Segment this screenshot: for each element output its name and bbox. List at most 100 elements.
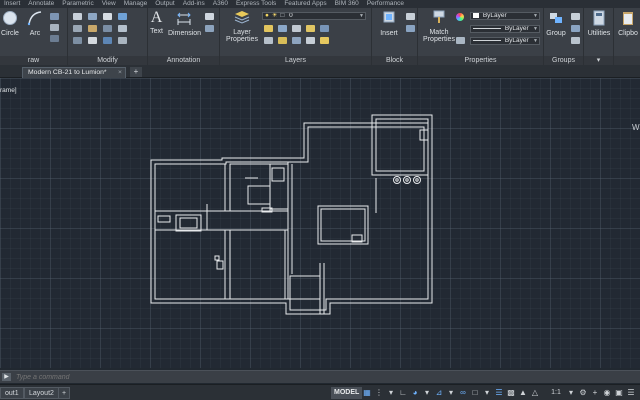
rectangle-icon[interactable] [50, 24, 59, 31]
chevron-down-icon[interactable]: ▾ [422, 388, 432, 398]
edit-block-icon[interactable] [406, 25, 415, 32]
document-tab[interactable]: Modern CB-21 to Lumion* × [22, 67, 126, 78]
match-properties-button[interactable]: Match Properties [422, 10, 456, 43]
clipboard-panel-title[interactable] [614, 56, 640, 65]
layer-walk-icon[interactable] [278, 37, 287, 44]
add-layout-button[interactable]: + [58, 387, 71, 399]
layer-on-icon[interactable] [264, 25, 273, 32]
layer-off-icon[interactable] [320, 37, 329, 44]
mirror-icon[interactable] [88, 25, 97, 32]
copy-icon[interactable] [73, 25, 82, 32]
circle-button[interactable]: Circle [0, 10, 20, 37]
lineweight-dropdown[interactable]: ByLayer ▼ [470, 37, 540, 45]
autoscale-icon[interactable]: △ [530, 388, 540, 398]
clipboard-button[interactable]: Clipbo [616, 10, 640, 37]
block-panel-title[interactable]: Block [372, 56, 417, 65]
list-icon[interactable] [456, 37, 465, 44]
arc-button[interactable]: Arc [26, 10, 44, 37]
properties-panel-title[interactable]: Properties [418, 56, 543, 65]
close-icon[interactable]: × [118, 68, 122, 78]
layer-properties-button[interactable]: Layer Properties [225, 10, 259, 43]
model-space-button[interactable]: MODEL [331, 387, 363, 399]
ribbon-tab-add-ins[interactable]: Add-ins [183, 0, 205, 8]
ribbon-tab-a360[interactable]: A360 [213, 0, 228, 8]
ungroup-icon[interactable] [571, 13, 580, 20]
hatch-icon[interactable] [50, 13, 59, 20]
layer-isolate-icon[interactable] [306, 25, 315, 32]
polar-icon[interactable]: ◕ [410, 388, 420, 398]
ribbon-tab-manage[interactable]: Manage [124, 0, 148, 8]
group-button[interactable]: Group [545, 10, 567, 37]
layer-dropdown[interactable]: ● ☀ □ 0 ▼ [262, 12, 366, 20]
modify-panel-title[interactable]: Modify [68, 56, 147, 65]
trim-icon[interactable] [103, 13, 112, 20]
isodraft-icon[interactable]: ⊿ [434, 388, 444, 398]
add-icon[interactable]: + [590, 388, 600, 398]
create-block-icon[interactable] [406, 13, 415, 20]
command-input[interactable] [16, 372, 616, 383]
layer-delete-icon[interactable] [306, 37, 315, 44]
lineweight-icon[interactable]: ☰ [494, 388, 504, 398]
fillet-icon[interactable] [103, 25, 112, 32]
ribbon-tab-bim-360[interactable]: BIM 360 [335, 0, 359, 8]
clean-screen-icon[interactable]: ▣ [614, 388, 624, 398]
linetype-dropdown[interactable]: ByLayer ▼ [470, 25, 540, 33]
dimension-button[interactable]: Dimension [168, 10, 201, 37]
stretch-icon[interactable] [73, 37, 82, 44]
transparency-icon[interactable]: ▩ [506, 388, 516, 398]
ribbon-tab-parametric[interactable]: Parametric [62, 0, 93, 8]
customization-icon[interactable]: ☰ [626, 388, 636, 398]
ribbon-tab-view[interactable]: View [102, 0, 116, 8]
leader-icon[interactable] [205, 13, 214, 20]
draw-panel-title[interactable]: raw [0, 56, 67, 65]
settings-icon[interactable]: ⚙ [578, 388, 588, 398]
grid-icon[interactable]: ▦ [362, 388, 372, 398]
layout-tab-2[interactable]: Layout2 [24, 387, 59, 399]
insert-button[interactable]: Insert [376, 10, 402, 37]
ribbon-tab-performance[interactable]: Performance [367, 0, 404, 8]
layer-lock-icon[interactable] [292, 25, 301, 32]
group-select-icon[interactable] [571, 37, 580, 44]
polygon-icon[interactable] [50, 35, 59, 42]
ribbon-tab-express-tools[interactable]: Express Tools [236, 0, 276, 8]
layer-freeze-icon[interactable] [278, 25, 287, 32]
color-wheel-icon[interactable] [456, 13, 464, 21]
annotation-panel-title[interactable]: Annotation [148, 56, 219, 65]
utilities-button[interactable]: Utilities [585, 10, 613, 37]
ortho-icon[interactable]: ∟ [398, 388, 408, 398]
command-line-icon[interactable]: ▶ [2, 373, 11, 381]
layer-previous-icon[interactable] [264, 37, 273, 44]
ribbon-tab-annotate[interactable]: Annotate [28, 0, 54, 8]
object-snap-tracking-icon[interactable]: ∞ [458, 388, 468, 398]
isolate-objects-icon[interactable]: ◉ [602, 388, 612, 398]
text-button[interactable]: A Text [149, 10, 164, 36]
explode-icon[interactable] [118, 25, 127, 32]
group-edit-icon[interactable] [571, 25, 580, 32]
object-snap-icon[interactable]: □ [470, 388, 480, 398]
array-icon[interactable] [103, 37, 112, 44]
new-tab-button[interactable]: + [130, 67, 142, 77]
utilities-panel-title[interactable]: ▾ [584, 56, 613, 65]
chevron-down-icon[interactable]: ▾ [446, 388, 456, 398]
table-icon[interactable] [205, 25, 214, 32]
color-dropdown[interactable]: ByLayer ▼ [470, 12, 540, 20]
drawing-canvas[interactable]: rame] W [0, 78, 640, 368]
ribbon-tab-insert[interactable]: Insert [4, 0, 20, 8]
annotation-scale[interactable]: 1:1 [548, 388, 564, 398]
layout-tab-1[interactable]: out1 [0, 387, 24, 399]
chevron-down-icon[interactable]: ▾ [482, 388, 492, 398]
chevron-down-icon[interactable]: ▾ [386, 388, 396, 398]
offset-icon[interactable] [118, 37, 127, 44]
layers-panel-title[interactable]: Layers [220, 56, 371, 65]
groups-panel-title[interactable]: Groups [544, 56, 583, 65]
erase-icon[interactable] [118, 13, 127, 20]
chevron-down-icon[interactable]: ▾ [566, 388, 576, 398]
ribbon-tab-featured-apps[interactable]: Featured Apps [284, 0, 326, 8]
ribbon-tab-output[interactable]: Output [155, 0, 175, 8]
snap-icon[interactable]: ⋮ [374, 388, 384, 398]
rotate-icon[interactable] [88, 13, 97, 20]
move-icon[interactable] [73, 13, 82, 20]
layer-merge-icon[interactable] [292, 37, 301, 44]
annotation-visibility-icon[interactable]: ▲ [518, 388, 528, 398]
scale-icon[interactable] [88, 37, 97, 44]
